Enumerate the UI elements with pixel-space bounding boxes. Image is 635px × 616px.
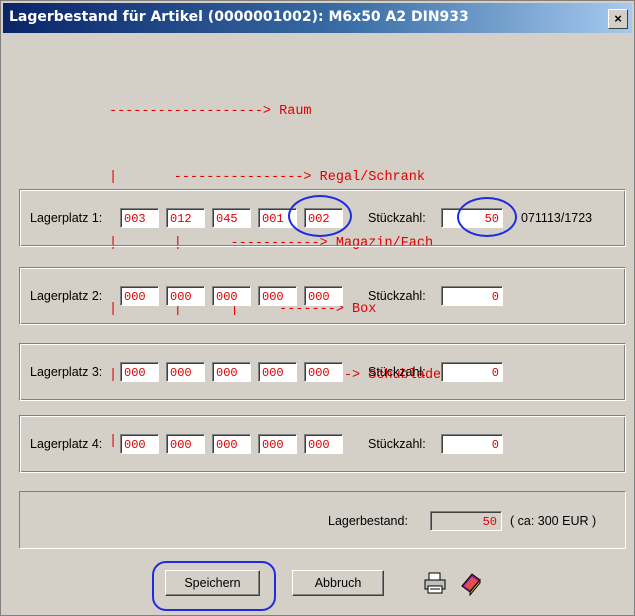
lagerplatz-1-magazin-field[interactable]: 045 xyxy=(212,208,251,228)
printer-icon[interactable] xyxy=(422,570,448,596)
stueckzahl-2-label: Stückzahl: xyxy=(368,289,426,303)
lagerplatz-2-label: Lagerplatz 2: xyxy=(30,289,103,303)
lagerplatz-2-regal-field[interactable]: 000 xyxy=(166,286,205,306)
legend-line: | ----------------> Regal/Schrank xyxy=(109,170,425,185)
stueckzahl-2-field[interactable]: 0 xyxy=(441,286,503,306)
legend-line: -------------------> Raum xyxy=(109,104,312,119)
lagerplatz-1-regal-field[interactable]: 012 xyxy=(166,208,205,228)
lagerbestand-label: Lagerbestand: xyxy=(328,514,408,528)
lagerplatz-3-regal-field[interactable]: 000 xyxy=(166,362,205,382)
stueckzahl-1-label: Stückzahl: xyxy=(368,211,426,225)
stueckzahl-3-field[interactable]: 0 xyxy=(441,362,503,382)
stueckzahl-4-field[interactable]: 0 xyxy=(441,434,503,454)
lagerplatz-4-regal-field[interactable]: 000 xyxy=(166,434,205,454)
window-title: Lagerbestand für Artikel (0000001002): M… xyxy=(9,9,469,25)
lagerplatz-2-schublade-field[interactable]: 000 xyxy=(304,286,343,306)
lagerplatz-2-raum-field[interactable]: 000 xyxy=(120,286,159,306)
total-group: Lagerbestand: 50 ( ca: 300 EUR ) xyxy=(19,491,626,549)
lagerplatz-3-raum-field[interactable]: 000 xyxy=(120,362,159,382)
lagerplatz-3-label: Lagerplatz 3: xyxy=(30,365,103,379)
dialog-window: Lagerbestand für Artikel (0000001002): M… xyxy=(0,0,635,616)
lagerplatz-4-group: Lagerplatz 4: 000 000 000 000 000 Stückz… xyxy=(19,415,626,473)
lagerplatz-3-box-field[interactable]: 000 xyxy=(258,362,297,382)
close-button[interactable]: × xyxy=(608,9,628,29)
cancel-button[interactable]: Abbruch xyxy=(292,570,384,596)
lagerplatz-1-group: Lagerplatz 1: 003 012 045 001 002 Stückz… xyxy=(19,189,626,247)
lagerplatz-2-box-field[interactable]: 000 xyxy=(258,286,297,306)
annotation-circle xyxy=(457,197,517,237)
book-icon[interactable] xyxy=(458,570,484,597)
stueckzahl-3-label: Stückzahl: xyxy=(368,365,426,379)
lagerplatz-4-schublade-field[interactable]: 000 xyxy=(304,434,343,454)
lagerplatz-3-magazin-field[interactable]: 000 xyxy=(212,362,251,382)
lagerplatz-4-raum-field[interactable]: 000 xyxy=(120,434,159,454)
save-button[interactable]: Speichern xyxy=(165,570,260,596)
lagerplatz-1-label: Lagerplatz 1: xyxy=(30,211,103,225)
lagerplatz-2-magazin-field[interactable]: 000 xyxy=(212,286,251,306)
title-bar[interactable]: Lagerbestand für Artikel (0000001002): M… xyxy=(3,3,632,33)
lagerplatz-3-schublade-field[interactable]: 000 xyxy=(304,362,343,382)
lagerplatz-4-box-field[interactable]: 000 xyxy=(258,434,297,454)
lagerplatz-4-label: Lagerplatz 4: xyxy=(30,437,103,451)
stueckzahl-4-label: Stückzahl: xyxy=(368,437,426,451)
lagerbestand-value: 50 xyxy=(430,511,502,531)
lagerplatz-3-group: Lagerplatz 3: 000 000 000 000 000 Stückz… xyxy=(19,343,626,401)
lagerplatz-1-raum-field[interactable]: 003 xyxy=(120,208,159,228)
lagerplatz-4-magazin-field[interactable]: 000 xyxy=(212,434,251,454)
lagerplatz-2-group: Lagerplatz 2: 000 000 000 000 000 Stückz… xyxy=(19,267,626,325)
annotation-circle xyxy=(288,195,352,237)
lagerbestand-value-note: ( ca: 300 EUR ) xyxy=(510,514,597,528)
lagerplatz-1-reference: 071113/1723 xyxy=(521,211,593,225)
